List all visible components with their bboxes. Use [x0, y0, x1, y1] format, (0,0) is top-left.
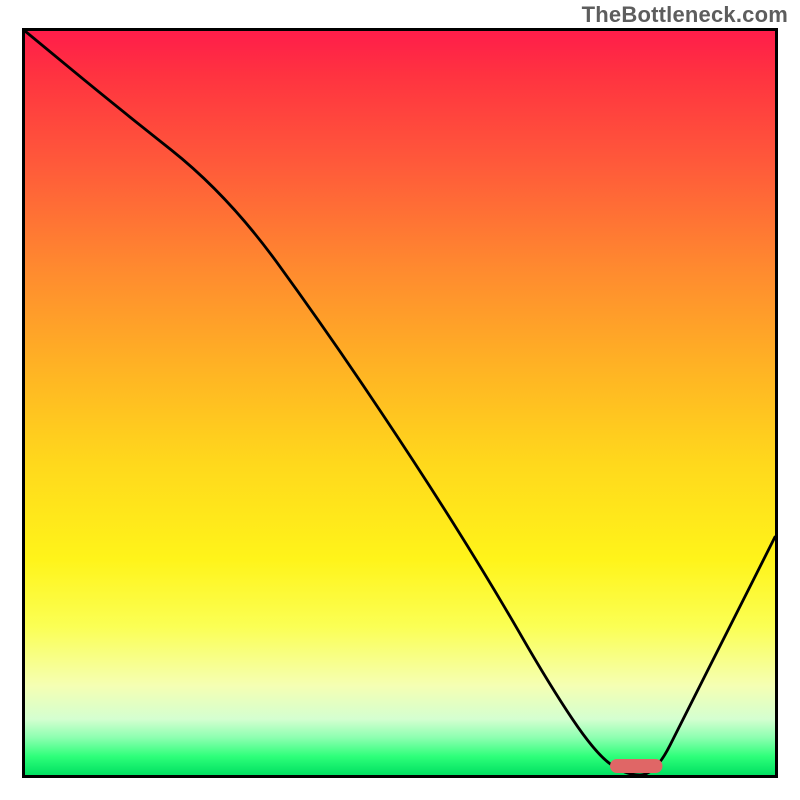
bottleneck-curve: [25, 31, 775, 775]
plot-area: [22, 28, 778, 778]
chart-svg: [25, 31, 775, 775]
chart-frame: TheBottleneck.com: [0, 0, 800, 800]
watermark-text: TheBottleneck.com: [582, 2, 788, 28]
optimal-marker: [610, 759, 663, 773]
